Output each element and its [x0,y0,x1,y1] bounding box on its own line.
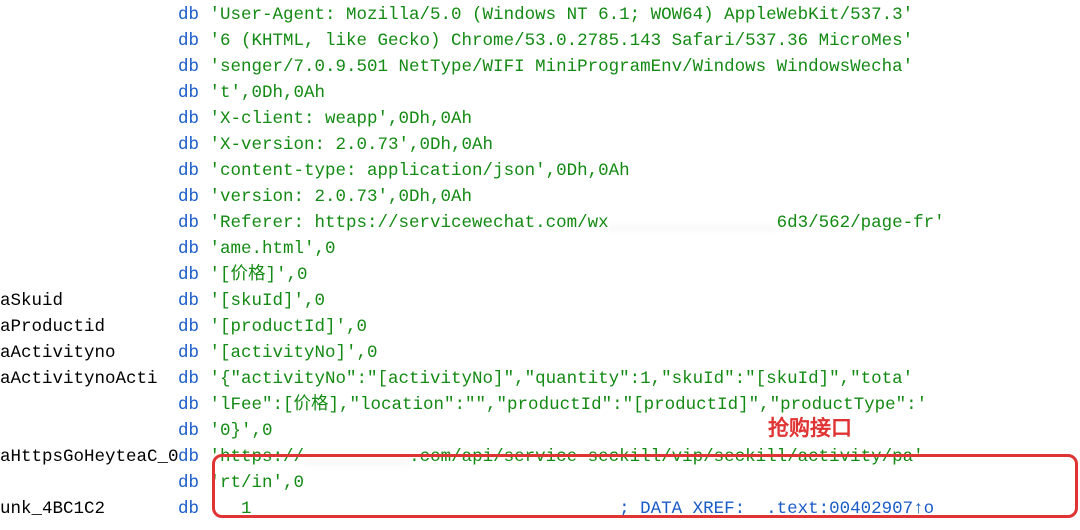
db-keyword: db [178,184,210,210]
string-literal: '[价格]',0 [210,262,308,288]
string-literal: '[skuId]',0 [210,288,326,314]
code-row: db 'rt/in',0 [0,470,1080,496]
row-label [0,106,178,132]
code-row: aProductiddb '[productId]',0 [0,314,1080,340]
string-literal: '{"activityNo":"[activityNo]","quantity"… [210,366,914,392]
code-row: db '6 (KHTML, like Gecko) Chrome/53.0.27… [0,28,1080,54]
redacted-text: ________________ [609,210,777,236]
string-literal: 1 [210,496,252,522]
annotation-text: 抢购接口 [768,416,852,442]
db-keyword: db [178,314,210,340]
string-literal: '[productId]',0 [210,314,368,340]
code-row: db 'X-client: weapp',0Dh,0Ah [0,106,1080,132]
string-literal: '6 (KHTML, like Gecko) Chrome/53.0.2785.… [210,28,914,54]
string-literal: 'X-version: 2.0.73',0Dh,0Ah [210,132,494,158]
code-row: db 'User-Agent: Mozilla/5.0 (Windows NT … [0,2,1080,28]
db-keyword: db [178,54,210,80]
row-label: aActivityno [0,340,178,366]
code-row: aActivitynodb '[activityNo]',0 [0,340,1080,366]
code-row: db '0}',0 [0,418,1080,444]
code-row: db 'ame.html',0 [0,236,1080,262]
string-literal: 'User-Agent: Mozilla/5.0 (Windows NT 6.1… [210,2,914,28]
code-row: db 'Referer: https://servicewechat.com/w… [0,210,1080,236]
code-row: db 'version: 2.0.73',0Dh,0Ah [0,184,1080,210]
row-label [0,236,178,262]
row-label [0,262,178,288]
string-literal: 'senger/7.0.9.501 NetType/WIFI MiniProgr… [210,54,914,80]
db-keyword: db [178,2,210,28]
db-keyword: db [178,288,210,314]
db-keyword: db [178,496,210,522]
db-keyword: db [178,236,210,262]
string-literal: 'lFee":[价格],"location":"","productId":"[… [210,392,928,418]
string-literal: 'ame.html',0 [210,236,336,262]
string-literal: 'version: 2.0.73',0Dh,0Ah [210,184,473,210]
db-keyword: db [178,80,210,106]
row-label [0,470,178,496]
code-row: aActivitynoActidb '{"activityNo":"[activ… [0,366,1080,392]
db-keyword: db [178,470,210,496]
code-row: aHttpsGoHeyteaC_0db 'https://__________.… [0,444,1080,470]
code-row: db 'senger/7.0.9.501 NetType/WIFI MiniPr… [0,54,1080,80]
db-keyword: db [178,132,210,158]
string-literal: 6d3/562/page-fr' [777,210,945,236]
db-keyword: db [178,444,210,470]
db-keyword: db [178,418,210,444]
string-literal: 'X-client: weapp',0Dh,0Ah [210,106,473,132]
string-literal: .com/api/service-seckill/vip/seckill/act… [409,444,924,470]
row-label: aHttpsGoHeyteaC_0 [0,444,178,470]
row-label: unk_4BC1C2 [0,496,178,522]
row-label: aSkuid [0,288,178,314]
code-row: db 't',0Dh,0Ah [0,80,1080,106]
db-keyword: db [178,106,210,132]
db-keyword: db [178,340,210,366]
code-row: db 'lFee":[价格],"location":"","productId"… [0,392,1080,418]
row-label [0,184,178,210]
row-label [0,418,178,444]
row-label [0,392,178,418]
row-label [0,2,178,28]
db-keyword: db [178,28,210,54]
db-keyword: db [178,392,210,418]
row-label: aProductid [0,314,178,340]
code-row: db 'X-version: 2.0.73',0Dh,0Ah [0,132,1080,158]
string-literal: 'content-type: application/json',0Dh,0Ah [210,158,630,184]
row-label [0,80,178,106]
row-label [0,28,178,54]
row-label: aActivitynoActi [0,366,178,392]
row-label [0,158,178,184]
string-literal: '0}',0 [210,418,273,444]
db-keyword: db [178,366,210,392]
row-label [0,54,178,80]
code-row: unk_4BC1C2db 1 ; DATA XREF: .text:004029… [0,496,1080,522]
code-row: db 'content-type: application/json',0Dh,… [0,158,1080,184]
db-keyword: db [178,262,210,288]
xref-comment: ; DATA XREF: .text:00402907↑o [619,496,934,522]
code-row: aSkuiddb '[skuId]',0 [0,288,1080,314]
string-literal: 'https:// [210,444,305,470]
code-row: db '[价格]',0 [0,262,1080,288]
string-literal: 'Referer: https://servicewechat.com/wx [210,210,609,236]
row-label [0,210,178,236]
db-keyword: db [178,158,210,184]
string-literal: 'rt/in',0 [210,470,305,496]
string-literal: 't',0Dh,0Ah [210,80,326,106]
row-label [0,132,178,158]
redacted-text: __________ [304,444,409,470]
string-literal: '[activityNo]',0 [210,340,378,366]
db-keyword: db [178,210,210,236]
